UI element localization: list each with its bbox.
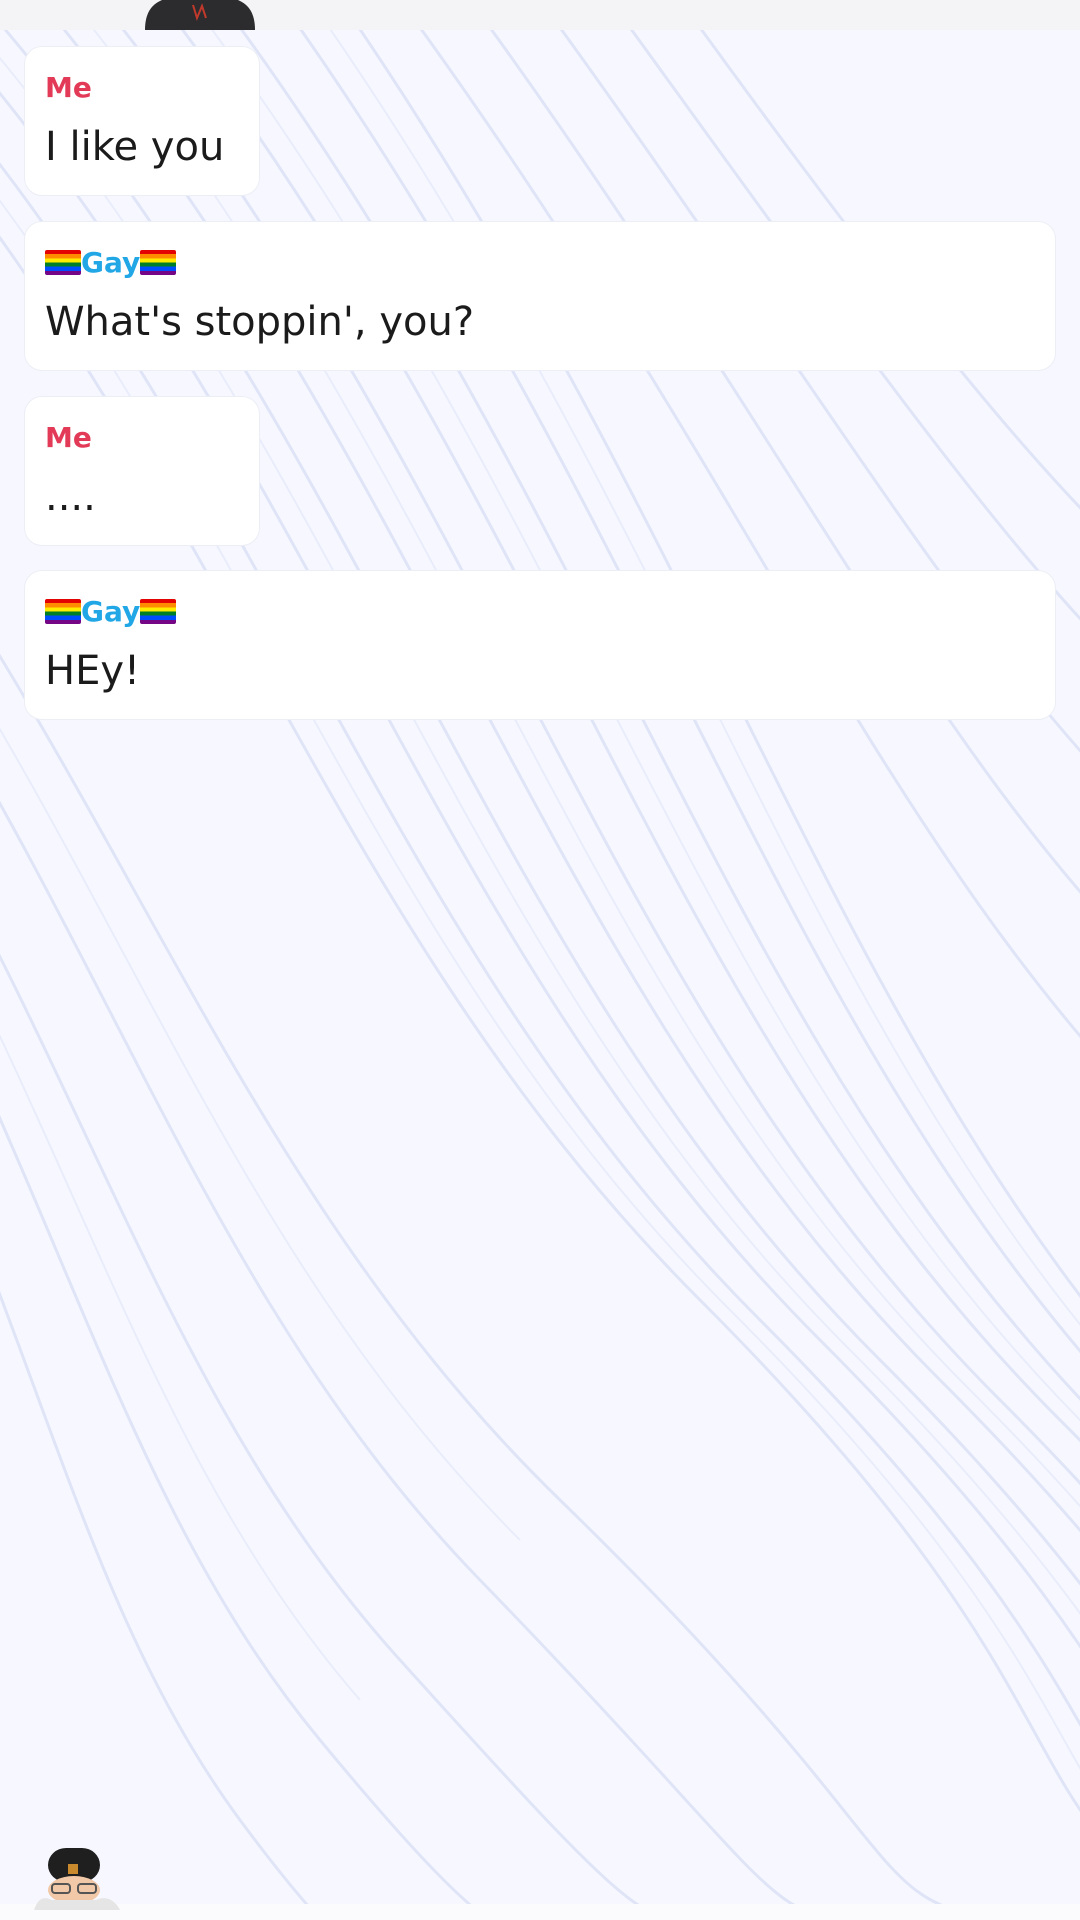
message-bubble[interactable]: Gay What's stoppin', you? bbox=[24, 221, 1056, 371]
sender-name: Me bbox=[45, 421, 92, 454]
sender-name: Gay bbox=[45, 246, 177, 280]
sender-label: Gay bbox=[81, 595, 141, 628]
message-text: I like you bbox=[45, 124, 225, 170]
footer-strip bbox=[0, 1904, 1080, 1920]
sender-name: Me bbox=[45, 71, 92, 104]
chat-screen: Me I like you Gay What's stoppin', you? … bbox=[0, 0, 1080, 1920]
bitmoji-avatar-icon[interactable] bbox=[145, 0, 255, 30]
message-text: .... bbox=[45, 474, 96, 520]
message-bubble[interactable]: Gay HEy! bbox=[24, 570, 1056, 720]
bitmoji-avatar-icon[interactable] bbox=[34, 1840, 120, 1910]
message-text: What's stoppin', you? bbox=[45, 299, 475, 345]
rainbow-flag-icon bbox=[140, 599, 177, 624]
message-text: HEy! bbox=[45, 648, 141, 694]
message-bubble[interactable]: Me .... bbox=[24, 396, 260, 546]
rainbow-flag-icon bbox=[140, 250, 177, 275]
sender-label: Gay bbox=[81, 246, 141, 279]
sender-name: Gay bbox=[45, 595, 177, 629]
rainbow-flag-icon bbox=[45, 599, 81, 624]
message-bubble[interactable]: Me I like you bbox=[24, 46, 260, 196]
rainbow-flag-icon bbox=[45, 250, 81, 275]
